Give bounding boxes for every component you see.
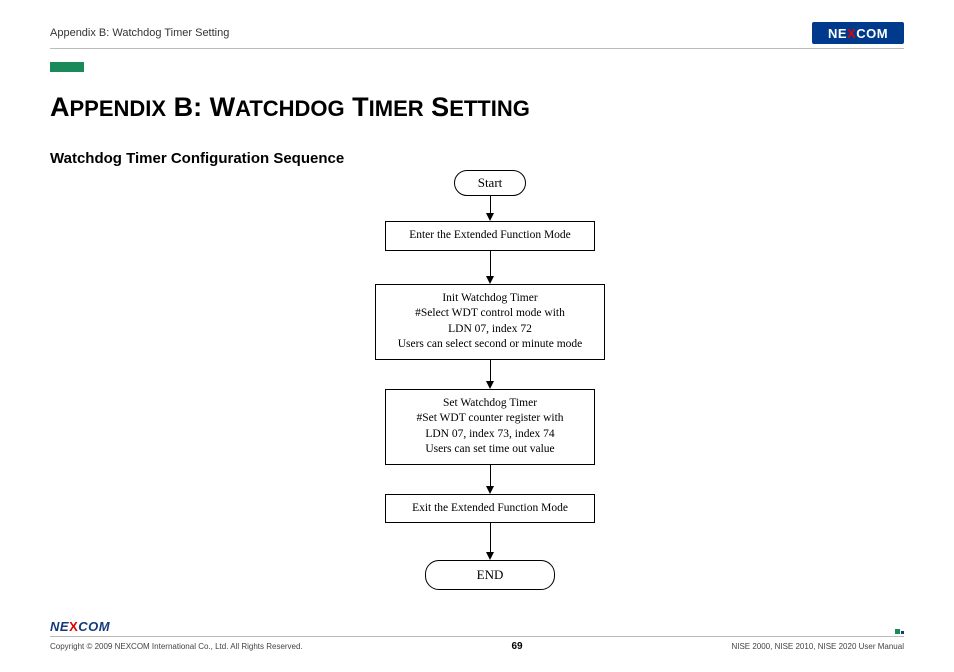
flowchart-end-node: END (425, 560, 555, 590)
footer-manual-name: NISE 2000, NISE 2010, NISE 2020 User Man… (731, 642, 904, 651)
flowchart-step-4: Exit the Extended Function Mode (385, 494, 595, 524)
flowchart-step-2-line-2: #Select WDT control mode with (415, 307, 565, 319)
logo-text-post: COM (856, 26, 888, 41)
brand-logo-bottom: NEXCOM (50, 619, 110, 634)
footer-divider (50, 636, 904, 637)
flowchart-step-2-line-3: LDN 07, index 72 (448, 323, 532, 335)
brand-logo-top: NEXCOM (812, 22, 904, 44)
page-number: 69 (497, 641, 537, 652)
flowchart-step-2-line-4: Users can select second or minute mode (398, 338, 583, 350)
flowchart-step-3-line-3: LDN 07, index 73, index 74 (425, 428, 554, 440)
section-title: Watchdog Timer Configuration Sequence (50, 150, 344, 167)
flowchart-arrow (486, 523, 494, 560)
flowchart-step-2-line-1: Init Watchdog Timer (442, 292, 537, 304)
accent-bar (50, 62, 84, 72)
footer-decoration-icon (895, 629, 904, 634)
logo-text-x: X (69, 619, 78, 634)
flowchart-arrow (486, 196, 494, 221)
logo-text-pre: NE (828, 26, 847, 41)
header-divider (50, 48, 904, 49)
flowchart-arrow (486, 360, 494, 389)
footer-copyright: Copyright © 2009 NEXCOM International Co… (50, 642, 303, 651)
flowchart-step-3: Set Watchdog Timer #Set WDT counter regi… (385, 389, 595, 465)
flowchart-step-3-line-2: #Set WDT counter register with (416, 412, 563, 424)
flowchart-step-3-line-4: Users can set time out value (425, 443, 554, 455)
flowchart-arrow (486, 251, 494, 284)
flowchart: Start Enter the Extended Function Mode I… (370, 170, 610, 590)
logo-text-pre: NE (50, 619, 69, 634)
flowchart-start-node: Start (454, 170, 526, 196)
logo-text-x: X (847, 26, 856, 41)
logo-text-post: COM (78, 619, 110, 634)
header-breadcrumb: Appendix B: Watchdog Timer Setting (50, 27, 229, 39)
page-footer: NEXCOM Copyright © 2009 NEXCOM Internati… (50, 619, 904, 652)
page-title: APPENDIX B: WATCHDOG TIMER SETTING (50, 92, 530, 123)
flowchart-step-3-line-1: Set Watchdog Timer (443, 397, 537, 409)
flowchart-arrow (486, 465, 494, 494)
flowchart-step-2: Init Watchdog Timer #Select WDT control … (375, 284, 605, 360)
flowchart-step-1: Enter the Extended Function Mode (385, 221, 595, 251)
